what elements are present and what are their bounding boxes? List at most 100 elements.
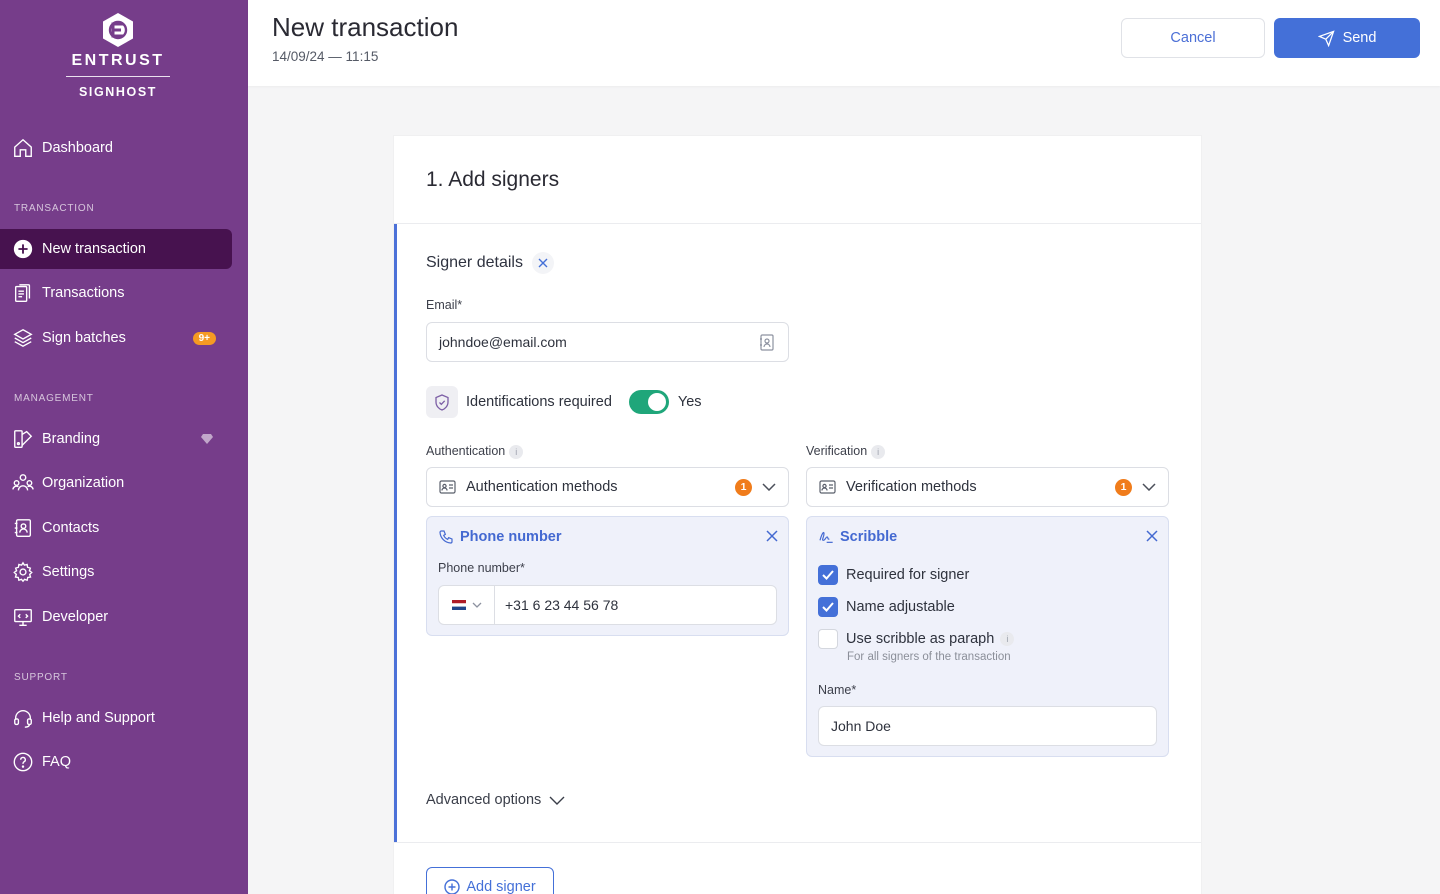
brand-divider [66,76,170,77]
identifications-value: Yes [677,394,702,410]
plus-circle-icon [444,879,461,894]
premium-diamond-icon [201,434,213,444]
info-icon[interactable]: i [871,444,886,459]
check-icon [822,602,834,612]
sidebar-item-label: Branding [42,431,101,447]
plus-circle-icon [12,238,34,260]
email-field[interactable]: johndoe@email.com [426,322,789,362]
sidebar-item-contacts[interactable]: Contacts [0,508,232,548]
close-icon [538,258,548,268]
chevron-down-icon [472,602,481,608]
remove-signer-button[interactable] [531,252,554,274]
page-header: New transaction 14/09/24 — 11:15 Cancel … [248,0,1440,86]
verification-label-text: Verification [806,444,868,458]
cancel-button[interactable]: Cancel [1121,18,1265,58]
contacts-book-icon [12,517,34,539]
divider [394,842,1201,843]
organization-icon [12,472,34,494]
add-signer-label: Add signer [466,879,536,894]
phone-icon [439,530,453,544]
brand-logo[interactable]: ENTRUST SIGNHOST [0,12,236,99]
authentication-count-badge: 1 [735,478,752,496]
sidebar-item-organization[interactable]: Organization [0,463,232,503]
use-paraph-option[interactable]: Use scribble as paraph i [818,629,1015,649]
sidebar-item-dashboard[interactable]: Dashboard [0,128,232,168]
brush-icon [12,428,34,450]
brand-name: ENTRUST [71,52,165,69]
authentication-methods-select[interactable]: Authentication methods 1 [426,467,789,507]
sidebar-item-label: Organization [42,475,125,491]
shield-check-icon [426,386,458,418]
sidebar-item-settings[interactable]: Settings [0,552,232,592]
sidebar-item-new-transaction[interactable]: New transaction [0,229,232,269]
phone-number-field[interactable]: +31 6 23 44 56 78 [438,585,777,625]
info-icon[interactable]: i [1000,632,1015,647]
chevron-down-icon [1142,483,1156,491]
id-card-icon [439,480,456,494]
send-plane-icon [1317,29,1335,47]
sidebar-item-label: Transactions [42,285,125,301]
sign-batches-badge: 9+ [192,331,216,345]
send-button[interactable]: Send [1274,18,1420,58]
card-title: 1. Add signers [426,168,560,191]
brand-product: SIGNHOST [78,85,158,99]
phone-number-title: Phone number [460,529,562,545]
scribble-panel-title: Scribble [818,529,897,545]
close-icon[interactable] [1146,530,1158,542]
sidebar-item-branding[interactable]: Branding [0,419,232,459]
home-icon [12,137,34,159]
scribble-panel: Scribble Required for signer Name adjust… [806,516,1169,757]
email-label: Email* [426,298,463,312]
sidebar-item-faq[interactable]: FAQ [0,742,232,782]
required-for-signer-label: Required for signer [846,567,970,583]
sidebar: ENTRUST SIGNHOST Dashboard TRANSACTION N… [0,0,248,894]
chevron-down-icon [762,483,776,491]
verification-methods-select[interactable]: Verification methods 1 [806,467,1169,507]
advanced-options-toggle[interactable]: Advanced options [426,792,565,808]
sidebar-item-transactions[interactable]: Transactions [0,273,232,313]
sidebar-item-help[interactable]: Help and Support [0,698,232,738]
email-value: johndoe@email.com [439,334,567,350]
country-code-select[interactable] [439,586,495,624]
name-adjustable-label: Name adjustable [846,599,955,615]
sidebar-item-label: Sign batches [42,330,126,346]
page-date: 14/09/24 — 11:15 [272,49,379,64]
use-paraph-checkbox[interactable] [818,629,838,649]
sidebar-item-label: Contacts [42,520,100,536]
close-icon[interactable] [766,530,778,542]
sidebar-item-label: New transaction [42,241,146,257]
add-signers-card: 1. Add signers Signer details Email* joh… [394,136,1201,894]
question-circle-icon [12,751,34,773]
verification-methods-placeholder: Verification methods [846,479,977,495]
name-adjustable-checkbox[interactable] [818,597,838,617]
add-signer-button[interactable]: Add signer [426,867,554,894]
developer-monitor-icon [12,606,34,628]
name-field[interactable]: John Doe [818,706,1157,746]
name-adjustable-option[interactable]: Name adjustable [818,597,955,617]
required-for-signer-option[interactable]: Required for signer [818,565,969,585]
signer-accent-bar [394,224,397,842]
phone-number-label: Phone number* [438,561,525,575]
required-for-signer-checkbox[interactable] [818,565,838,585]
sidebar-item-sign-batches[interactable]: Sign batches 9+ [0,318,232,358]
sidebar-item-label: FAQ [42,754,72,770]
sidebar-item-developer[interactable]: Developer [0,597,232,637]
send-button-label: Send [1342,30,1377,46]
signer-details-title: Signer details [426,254,523,271]
paraph-hint: For all signers of the transaction [847,651,1011,663]
authentication-methods-placeholder: Authentication methods [466,479,618,495]
contacts-book-icon[interactable] [759,333,774,351]
sidebar-section-management: MANAGEMENT [14,393,94,404]
info-icon[interactable]: i [509,444,524,459]
advanced-options-label: Advanced options [426,792,542,808]
sidebar-item-label: Dashboard [42,140,113,156]
layers-icon [12,327,34,349]
headset-icon [12,707,34,729]
sidebar-section-transaction: TRANSACTION [14,203,95,214]
gear-icon [12,561,34,583]
phone-number-panel: Phone number Phone number* +31 6 23 44 5… [426,516,789,636]
id-card-icon [819,480,836,494]
check-icon [822,570,834,580]
identifications-toggle[interactable] [628,390,669,414]
sidebar-section-support: SUPPORT [14,672,68,683]
